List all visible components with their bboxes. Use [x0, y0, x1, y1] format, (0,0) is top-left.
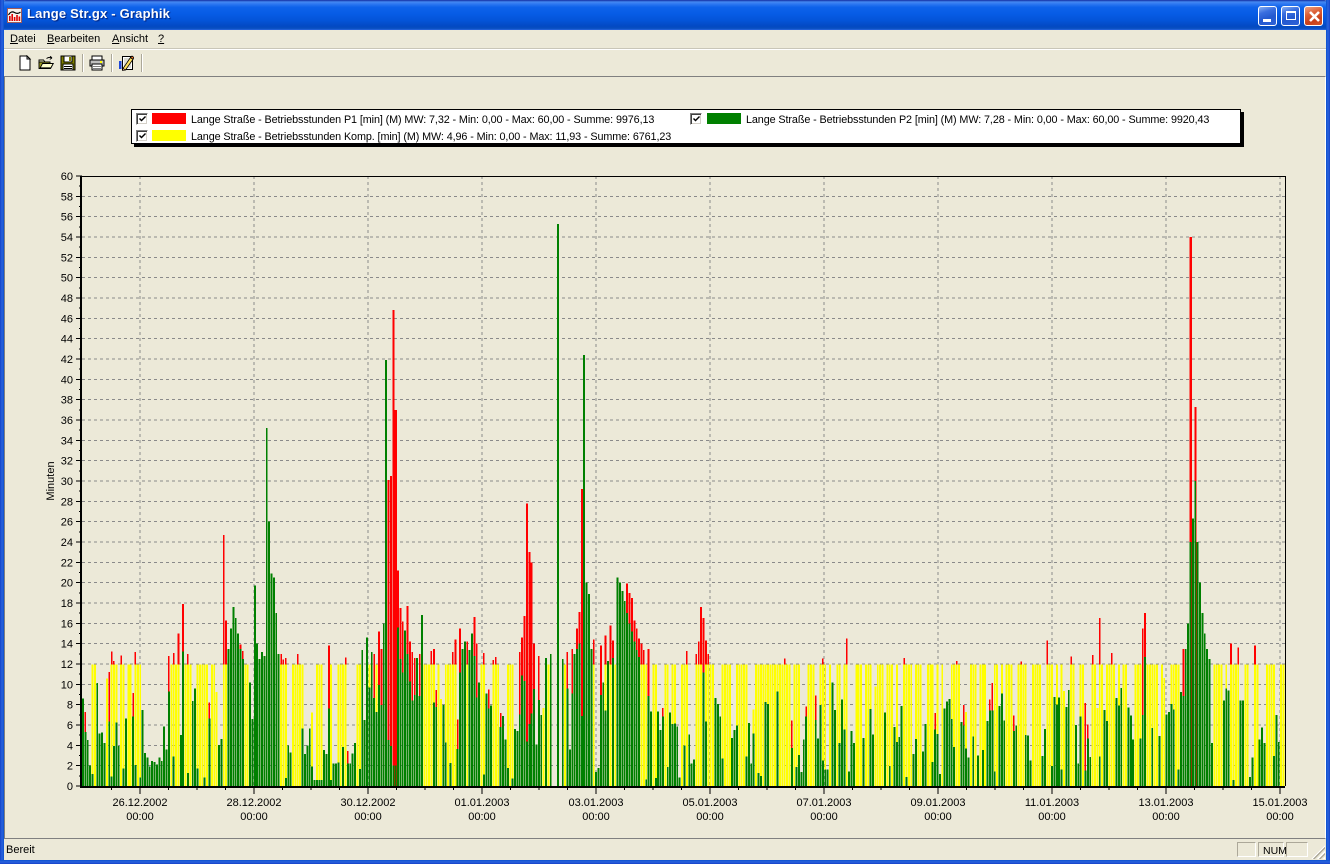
svg-text:00:00: 00:00	[582, 811, 610, 823]
svg-text:40: 40	[61, 374, 73, 386]
svg-text:00:00: 00:00	[696, 811, 724, 823]
svg-text:48: 48	[61, 293, 73, 305]
svg-text:26: 26	[61, 517, 73, 529]
svg-text:00:00: 00:00	[924, 811, 952, 823]
svg-text:00:00: 00:00	[468, 811, 496, 823]
svg-text:11.01.2003: 11.01.2003	[1025, 797, 1079, 809]
svg-text:00:00: 00:00	[354, 811, 382, 823]
svg-text:46: 46	[61, 313, 73, 325]
svg-text:15.01.2003: 15.01.2003	[1252, 797, 1307, 809]
svg-text:01.01.2003: 01.01.2003	[454, 797, 509, 809]
svg-text:38: 38	[61, 395, 73, 407]
svg-text:30.12.2002: 30.12.2002	[340, 797, 395, 809]
svg-text:10: 10	[61, 679, 73, 691]
svg-text:54: 54	[61, 232, 73, 244]
svg-text:18: 18	[61, 598, 73, 610]
svg-text:44: 44	[61, 334, 73, 346]
svg-text:32: 32	[61, 456, 73, 468]
svg-text:24: 24	[61, 537, 73, 549]
svg-text:2: 2	[67, 761, 73, 773]
svg-text:13.01.2003: 13.01.2003	[1138, 797, 1193, 809]
svg-text:4: 4	[67, 740, 73, 752]
svg-text:52: 52	[61, 252, 73, 264]
svg-text:00:00: 00:00	[1266, 811, 1294, 823]
svg-text:00:00: 00:00	[810, 811, 838, 823]
svg-text:Minuten: Minuten	[45, 461, 57, 500]
svg-text:26.12.2002: 26.12.2002	[112, 797, 167, 809]
svg-text:28.12.2002: 28.12.2002	[226, 797, 281, 809]
svg-text:8: 8	[67, 700, 73, 712]
svg-text:00:00: 00:00	[1152, 811, 1180, 823]
svg-text:00:00: 00:00	[240, 811, 268, 823]
svg-text:22: 22	[61, 557, 73, 569]
svg-text:28: 28	[61, 496, 73, 508]
svg-text:09.01.2003: 09.01.2003	[910, 797, 965, 809]
svg-text:42: 42	[61, 354, 73, 366]
svg-text:56: 56	[61, 212, 73, 224]
svg-text:00:00: 00:00	[1038, 811, 1066, 823]
svg-text:6: 6	[67, 720, 73, 732]
svg-text:16: 16	[61, 618, 73, 630]
svg-text:00:00: 00:00	[126, 811, 154, 823]
svg-text:14: 14	[61, 639, 73, 651]
svg-text:07.01.2003: 07.01.2003	[796, 797, 851, 809]
svg-text:03.01.2003: 03.01.2003	[568, 797, 623, 809]
svg-text:58: 58	[61, 191, 73, 203]
svg-text:12: 12	[61, 659, 73, 671]
svg-text:20: 20	[61, 578, 73, 590]
svg-text:60: 60	[61, 171, 73, 183]
svg-text:50: 50	[61, 273, 73, 285]
svg-text:36: 36	[61, 415, 73, 427]
svg-text:34: 34	[61, 435, 73, 447]
svg-text:0: 0	[67, 781, 73, 793]
svg-text:05.01.2003: 05.01.2003	[682, 797, 737, 809]
svg-text:30: 30	[61, 476, 73, 488]
